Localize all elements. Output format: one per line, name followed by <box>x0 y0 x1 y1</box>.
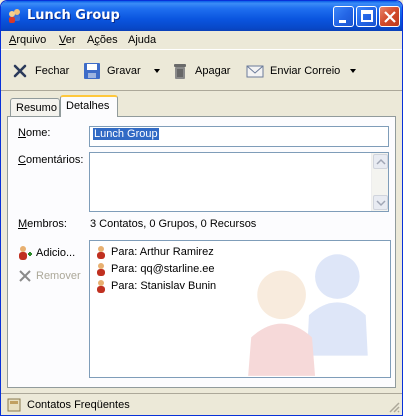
chevron-up-icon <box>376 158 386 165</box>
delete-label: Apagar <box>195 65 231 77</box>
send-dropdown-arrow[interactable] <box>350 69 356 73</box>
name-input[interactable]: Lunch Group <box>89 126 389 147</box>
menu-ver[interactable]: Ver <box>59 34 76 46</box>
chevron-down-icon <box>376 200 386 207</box>
minimize-button[interactable] <box>333 6 354 27</box>
address-book-icon <box>7 398 21 412</box>
name-value: Lunch Group <box>93 128 159 140</box>
menu-bar: Arquivo Ver Ações Ajuda <box>1 31 402 50</box>
resize-grip-icon[interactable] <box>388 401 400 413</box>
comments-label: Comentários: <box>18 154 84 166</box>
group-window: Lunch Group Arquivo Ver Ações Ajuda Fech… <box>0 0 403 416</box>
scroll-down-button[interactable] <box>373 195 388 210</box>
minimize-icon <box>339 20 346 23</box>
toolbar: Fechar Gravar Apagar Enviar Correio <box>1 51 402 91</box>
remove-x-icon <box>19 270 31 282</box>
maximize-button[interactable] <box>356 6 377 27</box>
members-list[interactable]: Para: Arthur Ramirez Para: qq@starline.e… <box>89 240 391 378</box>
comments-scrollbar[interactable] <box>371 153 388 211</box>
remove-member-button[interactable]: Remover <box>17 268 81 284</box>
envelope-icon <box>246 65 264 78</box>
members-summary: 3 Contatos, 0 Grupos, 0 Recursos <box>90 218 257 230</box>
save-label: Gravar <box>107 65 141 77</box>
add-member-button[interactable]: Adicio... <box>17 245 75 261</box>
title-bar[interactable]: Lunch Group <box>1 1 402 31</box>
close-contact-label: Fechar <box>35 65 70 77</box>
contact-person-icon <box>97 246 105 259</box>
close-icon <box>384 11 396 23</box>
tab-detalhes[interactable]: Detalhes <box>60 95 118 117</box>
add-person-icon <box>19 246 32 260</box>
menu-arquivo[interactable]: Arquivo <box>9 34 46 46</box>
status-bar: Contatos Freqüentes <box>1 393 402 415</box>
remove-member-label: Remover <box>36 270 81 282</box>
members-label: Membros: <box>18 218 67 230</box>
tab-resumo[interactable]: Resumo <box>10 98 60 116</box>
save-dropdown-arrow[interactable] <box>154 69 160 73</box>
menu-acoes[interactable]: Ações <box>87 34 118 46</box>
close-button[interactable] <box>379 6 400 27</box>
group-watermark-icon <box>248 254 368 376</box>
window-title: Lunch Group <box>27 8 120 23</box>
scroll-up-button[interactable] <box>373 154 388 169</box>
name-label: Nome: <box>18 127 51 139</box>
menu-ajuda[interactable]: Ajuda <box>128 34 156 46</box>
comments-textarea[interactable] <box>89 152 389 212</box>
details-panel: Nome: Lunch Group Comentários: Membros: … <box>7 116 396 388</box>
maximize-icon <box>361 10 373 22</box>
list-item[interactable]: Para: Stanislav Bunin <box>94 278 216 294</box>
contact-person-icon <box>97 263 105 276</box>
save-button[interactable]: Gravar <box>83 60 141 82</box>
group-icon <box>9 9 20 23</box>
contact-person-icon <box>97 280 105 293</box>
send-mail-label: Enviar Correio <box>270 65 341 77</box>
delete-button[interactable]: Apagar <box>171 60 230 82</box>
trash-icon <box>174 64 186 79</box>
add-member-label: Adicio... <box>36 247 76 259</box>
list-item[interactable]: Para: qq@starline.ee <box>94 261 215 277</box>
close-x-icon <box>13 64 27 78</box>
floppy-disk-icon <box>84 63 100 79</box>
send-mail-button[interactable]: Enviar Correio <box>246 60 340 82</box>
list-item[interactable]: Para: Arthur Ramirez <box>94 244 214 260</box>
close-contact-button[interactable]: Fechar <box>11 60 69 82</box>
status-text: Contatos Freqüentes <box>27 399 130 411</box>
